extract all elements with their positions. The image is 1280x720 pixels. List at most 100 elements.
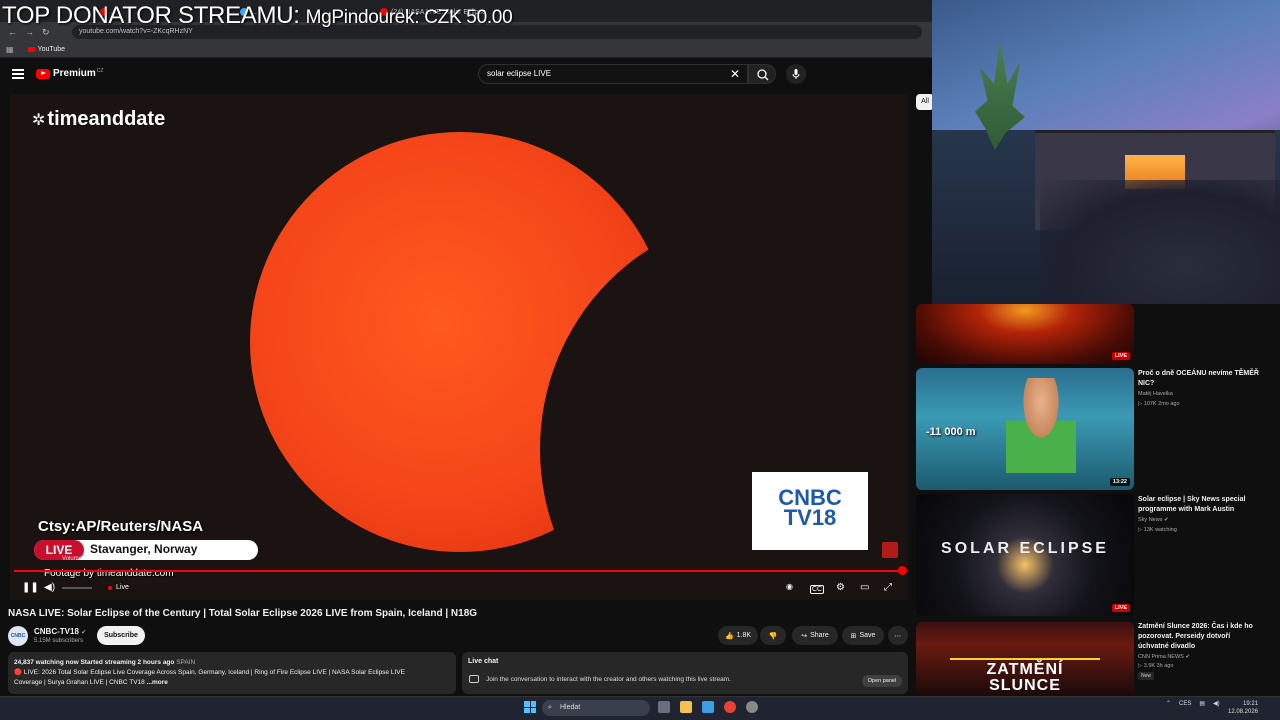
live-chat-box — [462, 652, 908, 694]
chat-bubble-icon — [469, 675, 479, 683]
channel-avatar[interactable]: CNBC TV18 — [8, 626, 28, 659]
progress-scrubber[interactable] — [898, 566, 907, 575]
settings-icon[interactable] — [746, 701, 758, 713]
related-thumbnail[interactable]: -11 000 m 13:22 — [916, 368, 1134, 490]
location-text: Stavanger, Norway — [90, 542, 198, 556]
save-label: Save — [859, 632, 876, 639]
live-dot-icon — [108, 586, 112, 590]
file-explorer-icon[interactable] — [680, 701, 692, 713]
thumbnail-caption: SOLAR ECLIPSE — [941, 540, 1109, 557]
task-view-icon[interactable] — [658, 701, 670, 713]
system-tray: ⌃ CES ▤ ◀) — [1166, 700, 1220, 708]
youtube-logo-icon — [36, 68, 50, 79]
verified-icon: ✔ — [81, 630, 87, 636]
related-title[interactable]: Proč o dně OCEÁNU nevíme TĚMĚŘ NIC? — [1138, 369, 1262, 389]
share-icon: ↪ — [801, 632, 808, 640]
video-title: NASA LIVE: Solar Eclipse of the Century … — [8, 608, 478, 619]
subscriber-count: 5.15M subscribers — [34, 638, 84, 644]
miniplayer-icon[interactable]: ▭ — [860, 582, 869, 593]
volume-slider[interactable] — [62, 587, 92, 589]
fullscreen-icon[interactable]: ⤢ — [884, 582, 892, 593]
more-actions-button[interactable]: ⋯ — [888, 626, 908, 645]
cnbc-tv18-logo: CNBC TV18 — [752, 472, 868, 550]
autoplay-toggle-icon[interactable]: ◉ — [786, 582, 793, 591]
bookmark-youtube[interactable]: YouTube — [27, 46, 66, 53]
description-box[interactable]: 24,837 watching now Started streaming 2 … — [8, 652, 456, 694]
desc-more-link[interactable]: ...more — [147, 679, 168, 686]
windows-start-icon[interactable] — [524, 701, 536, 713]
chat-join-text: Join the conversation to interact with t… — [486, 676, 731, 683]
taskbar-search[interactable]: ⌕ Hledat — [542, 700, 650, 716]
related-meta: ▷ 3.9K 3h ago — [1138, 663, 1174, 669]
microphone-icon — [792, 69, 800, 79]
subscribe-button[interactable]: Subscribe — [97, 626, 145, 645]
volume-icon[interactable]: ◀) — [44, 582, 55, 593]
related-channel[interactable]: Matěj Havelka — [1138, 390, 1173, 399]
voice-search-button[interactable] — [786, 64, 806, 84]
like-count: 1.8K — [736, 632, 752, 639]
clock-time: 19:21 — [1243, 701, 1259, 707]
related-thumbnail[interactable]: ZATMĚNÍ SLUNCE — [916, 622, 1134, 696]
thumbnail-caption-line2: SLUNCE — [989, 677, 1061, 694]
channel-name[interactable]: CNBC-TV18 ✔ — [34, 627, 86, 636]
overlay-donor: MgPindourek: CZK 50.00 — [305, 7, 513, 28]
share-button[interactable]: ↪ Share — [792, 626, 838, 645]
live-chat-title: Live chat — [468, 658, 499, 665]
youtube-premium-logo[interactable]: Premium CZ — [36, 68, 103, 79]
overlay-label: TOP DONATOR STREAMU: — [2, 2, 300, 29]
related-channel[interactable]: CNN Prima NEWS ✔ — [1138, 653, 1190, 662]
settings-gear-icon[interactable]: ⚙ — [836, 582, 845, 593]
apps-grid-icon[interactable]: ▦ — [6, 45, 14, 54]
thumbs-up-icon: 👍 — [724, 632, 734, 640]
webcam-chair — [1040, 180, 1280, 304]
youtube-favicon-icon — [27, 47, 35, 52]
system-clock[interactable]: 19:21 12.08.2026 — [1228, 700, 1258, 716]
clear-search-icon[interactable]: ✕ — [730, 67, 740, 81]
dislike-button[interactable]: 👎 — [760, 626, 786, 645]
top-donator-overlay: TOP DONATOR STREAMU: MgPindourek: CZK 50.… — [2, 2, 513, 30]
live-label[interactable]: Live — [116, 584, 129, 591]
tray-overflow-icon[interactable]: ⌃ — [1166, 700, 1171, 707]
related-thumbnail[interactable]: SOLAR ECLIPSE LIVE — [916, 494, 1134, 616]
pause-icon[interactable]: ❚❚ — [22, 582, 39, 593]
like-button[interactable]: 👍 1.8K — [718, 626, 758, 645]
thumbnail-caption-line1: ZATMĚNÍ — [986, 661, 1064, 678]
live-badge: LIVE — [1111, 604, 1130, 612]
volume-tooltip: Volume — [62, 556, 83, 562]
save-button[interactable]: ⊞ Save — [842, 626, 884, 645]
store-icon[interactable] — [702, 701, 714, 713]
logo-region: CZ — [96, 67, 104, 74]
timeanddate-logo: ✲ timeanddate — [32, 108, 165, 131]
related-meta: ▷ 107K 2mo ago — [1138, 401, 1180, 407]
thumbs-down-icon: 👎 — [768, 632, 778, 640]
video-player[interactable]: ✲ timeanddate CNBC TV18 Ctsy:AP/Reuters/NA… — [10, 94, 908, 600]
volume-tray-icon[interactable]: ◀) — [1213, 700, 1220, 707]
taskbar-search-label: Hledat — [560, 704, 581, 711]
thumbnail-caption: -11 000 m — [926, 426, 976, 438]
share-label: Share — [810, 632, 829, 639]
diver-figure — [1006, 378, 1076, 473]
brand-text: timeanddate — [47, 108, 166, 130]
related-channel[interactable]: Sky News ✔ — [1138, 516, 1169, 525]
credit-text: Ctsy:AP/Reuters/NASA — [38, 518, 204, 535]
related-title[interactable]: Zatmění Slunce 2026: Čas i kde ho pozoro… — [1138, 622, 1262, 652]
live-badge: LIVE — [1111, 352, 1130, 360]
open-panel-button[interactable]: Open panel — [862, 675, 902, 687]
language-indicator[interactable]: CES — [1179, 701, 1191, 707]
search-button[interactable] — [748, 64, 776, 84]
related-title[interactable]: Solar eclipse | Sky News special program… — [1138, 495, 1262, 515]
player-controls: ❚❚ ◀) Live ◉ CC ⚙ ▭ ⤢ — [10, 578, 908, 600]
bookmark-label: YouTube — [37, 46, 66, 53]
captions-icon[interactable]: CC — [810, 585, 825, 594]
network-icon[interactable]: ▤ — [1199, 700, 1205, 707]
search-input[interactable]: solar eclipse LIVE — [478, 64, 748, 84]
hamburger-menu-icon[interactable] — [12, 69, 24, 79]
chrome-icon[interactable] — [724, 701, 736, 713]
timeanddate-dots-icon: ✲ — [32, 111, 45, 129]
logo-text: Premium — [53, 68, 96, 79]
progress-bar[interactable] — [14, 570, 904, 572]
duration-badge: 13:22 — [1109, 478, 1130, 486]
related-thumbnail[interactable]: LIVE — [916, 304, 1134, 364]
desc-line2: Coverage | Surya Grahan LIVE | CNBC TV18 — [14, 679, 145, 686]
desc-meta: 24,837 watching now Started streaming 2 … — [14, 659, 175, 666]
